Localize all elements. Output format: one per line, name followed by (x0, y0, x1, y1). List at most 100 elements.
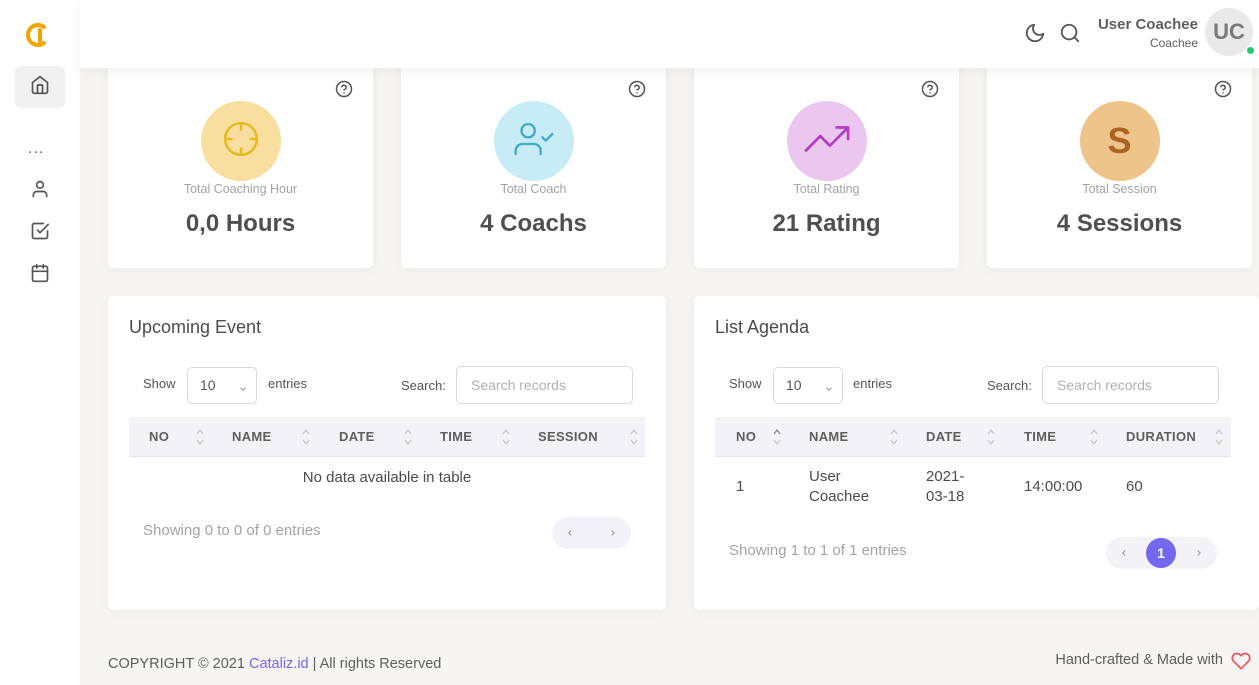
sort-icon[interactable] (502, 427, 510, 447)
sort-icon[interactable] (196, 427, 204, 447)
help-circle-icon[interactable] (921, 80, 939, 98)
column-header-time[interactable]: TIME (1024, 417, 1056, 457)
column-header-no[interactable]: NO (736, 417, 756, 457)
chevron-left-icon[interactable] (1111, 537, 1137, 569)
stat-label: Total Coach (500, 182, 567, 196)
crosshair-icon (222, 120, 260, 163)
stat-label: Total Coaching Hour (183, 182, 298, 196)
pagination: 1 (1106, 537, 1217, 569)
column-header-date[interactable]: DATE (926, 417, 962, 457)
cell-time: 14:00:00 (1024, 478, 1083, 495)
table-header: NO NAME DATE TIME SESSION (129, 417, 645, 457)
chevron-down-icon (238, 381, 248, 397)
sort-icon[interactable] (890, 427, 898, 447)
column-header-session[interactable]: SESSION (538, 417, 598, 457)
chevron-right-icon[interactable] (1186, 537, 1212, 569)
help-circle-icon[interactable] (628, 80, 646, 98)
cell-date-line: 2021- (926, 468, 965, 485)
sort-icon[interactable] (1215, 427, 1223, 447)
help-circle-icon[interactable] (1214, 80, 1232, 98)
sidebar-item-profile[interactable] (15, 170, 65, 212)
sort-icon[interactable] (773, 427, 781, 447)
stat-value: 4 Sessions (1056, 210, 1183, 237)
user-name[interactable]: User Coachee (1098, 16, 1198, 33)
sidebar-item-tasks[interactable] (15, 212, 65, 254)
search-label: Search: (401, 378, 446, 393)
brand-link[interactable]: Cataliz.id (249, 656, 309, 672)
cell-duration: 60 (1126, 478, 1143, 495)
search-input[interactable] (456, 366, 633, 404)
table-info: Showing 1 to 1 of 1 entries (729, 542, 907, 559)
chevron-left-icon[interactable] (557, 517, 583, 549)
column-header-name[interactable]: NAME (809, 417, 848, 457)
cell-name-line: User (809, 468, 841, 485)
entries-select[interactable]: 10 (187, 367, 257, 404)
show-label: Show (729, 376, 762, 391)
stat-value: 0,0 Hours (185, 210, 296, 237)
show-label: Show (143, 376, 176, 391)
cell-date: 2021- 03-18 (926, 467, 964, 507)
online-status-indicator (1246, 46, 1255, 55)
user-check-icon (514, 119, 554, 164)
check-square-icon (30, 221, 50, 246)
cell-name: User Coachee (809, 467, 869, 507)
stat-label: Total Session (1082, 182, 1157, 196)
entries-select[interactable]: 10 (773, 367, 843, 404)
search-icon[interactable] (1059, 22, 1081, 44)
column-header-time[interactable]: TIME (440, 417, 472, 457)
stat-label: Total Rating (793, 182, 860, 196)
stat-icon-circle: S (1079, 101, 1160, 181)
chevron-right-icon[interactable] (600, 517, 626, 549)
cell-name-line: Coachee (809, 488, 870, 505)
s-letter-icon: S (1107, 120, 1132, 161)
top-navbar: User Coachee Coachee UC (80, 0, 1259, 68)
stat-icon-circle (786, 101, 867, 181)
moon-icon[interactable] (1024, 22, 1046, 44)
sidebar: ... (0, 0, 80, 685)
user-role: Coachee (1149, 36, 1198, 50)
trending-up-icon (804, 116, 850, 167)
entries-value: 10 (200, 377, 216, 393)
sort-icon[interactable] (1090, 427, 1098, 447)
more-horizontal-icon[interactable]: ... (28, 140, 44, 158)
page-button-current[interactable]: 1 (1146, 538, 1176, 568)
stat-card-rating: Total Rating 21 Rating (694, 60, 959, 268)
stat-card-coach: Total Coach 4 Coachs (401, 60, 666, 268)
search-input[interactable] (1042, 366, 1219, 404)
stat-icon-circle (493, 101, 574, 181)
home-icon (30, 75, 50, 100)
column-header-name[interactable]: NAME (232, 417, 271, 457)
calendar-icon (30, 263, 50, 288)
chevron-down-icon (824, 381, 834, 397)
footer-copyright: COPYRIGHT © 2021 Cataliz.id | All rights… (108, 656, 441, 672)
sidebar-item-home[interactable] (15, 66, 65, 108)
stat-card-session: S Total Session 4 Sessions (987, 60, 1252, 268)
stat-value: 21 Rating (772, 210, 881, 237)
cell-date-line: 03-18 (926, 488, 965, 505)
table-header: NO NAME DATE TIME DURATION (715, 417, 1231, 457)
footer-made-with: Hand-crafted & Made with (1055, 652, 1223, 668)
stat-value: 4 Coachs (480, 210, 587, 237)
sort-icon[interactable] (302, 427, 310, 447)
user-icon (30, 179, 50, 204)
panel-title: List Agenda (715, 317, 810, 337)
column-header-date[interactable]: DATE (339, 417, 375, 457)
column-header-duration[interactable]: DURATION (1126, 417, 1196, 457)
list-agenda-panel: List Agenda Show 10 entries Search: NO N… (694, 296, 1259, 610)
stat-icon-circle (200, 101, 281, 181)
rights-text: | All rights Reserved (308, 656, 442, 672)
entries-value: 10 (786, 377, 802, 393)
copyright-text: COPYRIGHT © 2021 (108, 656, 249, 672)
stat-card-coaching-hour: Total Coaching Hour 0,0 Hours (108, 60, 373, 268)
sort-icon[interactable] (630, 427, 638, 447)
search-label: Search: (987, 378, 1032, 393)
column-header-no[interactable]: NO (149, 417, 169, 457)
sort-icon[interactable] (987, 427, 995, 447)
help-circle-icon[interactable] (335, 80, 353, 98)
sidebar-item-calendar[interactable] (15, 254, 65, 296)
sort-icon[interactable] (404, 427, 412, 447)
upcoming-event-panel: Upcoming Event Show 10 entries Search: N… (108, 296, 666, 610)
empty-table-message: No data available in table (302, 469, 472, 486)
app-logo[interactable] (24, 20, 52, 50)
entries-label: entries (268, 376, 308, 391)
